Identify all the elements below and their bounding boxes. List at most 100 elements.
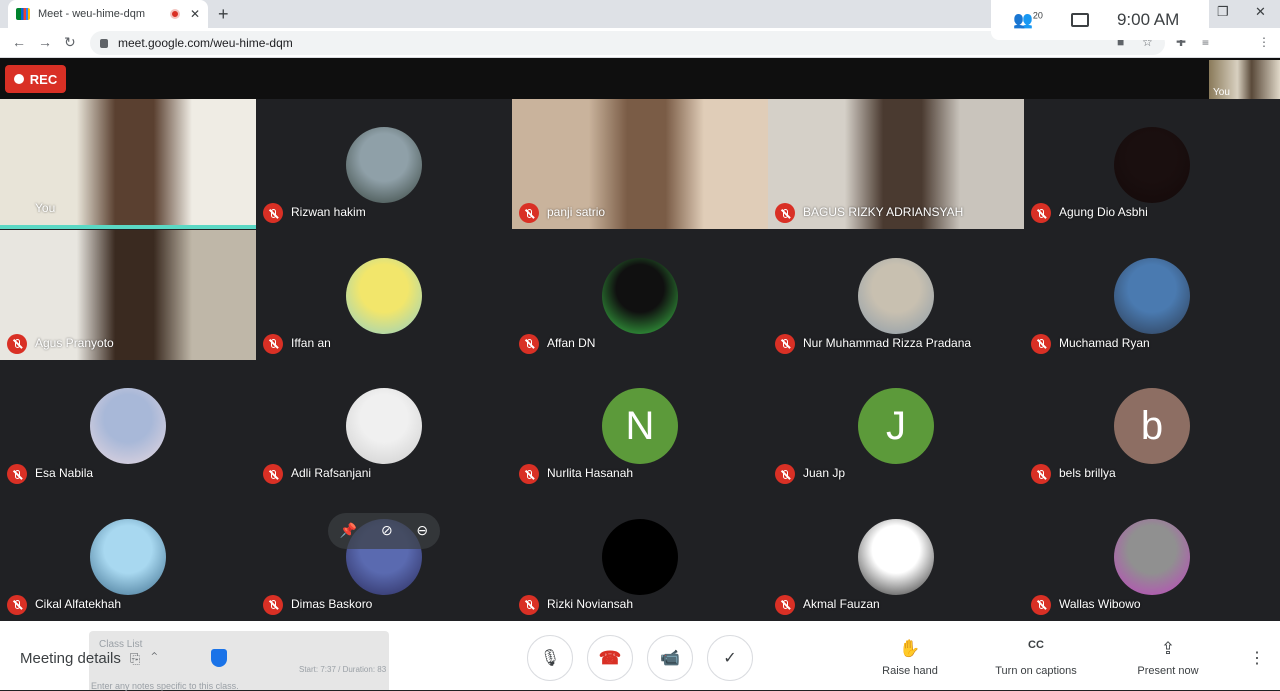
browser-tab[interactable]: Meet - weu-hime-dqm ✕ <box>8 0 208 28</box>
participant-name: bels brillya <box>1059 466 1116 480</box>
participant-tile[interactable]: Esa Nabila <box>0 360 256 490</box>
participant-name: Dimas Baskoro <box>291 596 373 611</box>
rec-dot-icon <box>13 74 24 84</box>
participant-avatar <box>858 518 934 595</box>
maximize-button[interactable]: ❐ <box>1217 4 1229 20</box>
self-view-label: You <box>1213 87 1230 98</box>
muted-mic-icon <box>1031 464 1051 484</box>
participant-tile[interactable]: Iffan an <box>256 229 512 360</box>
participant-name: Rizwan hakim <box>291 205 366 219</box>
raise-hand-button[interactable]: ✋ Raise hand <box>860 639 960 677</box>
participant-avatar <box>1114 127 1190 203</box>
muted-mic-icon <box>519 464 539 484</box>
participant-tile[interactable]: Cikal Alfatekhah <box>0 490 256 621</box>
muted-mic-icon <box>7 333 27 354</box>
participant-avatar <box>1114 257 1190 334</box>
present-now-button[interactable]: ⇪ Present now <box>1118 639 1218 677</box>
participant-avatar <box>1114 518 1190 595</box>
participant-name: Wallas Wibowo <box>1059 596 1141 611</box>
microphone-button[interactable]: 🎙 <box>527 635 573 681</box>
participant-tile[interactable]: Rizwan hakim <box>256 99 512 229</box>
mute-icon[interactable]: ⊘ <box>381 522 393 539</box>
participant-avatar <box>90 388 166 464</box>
participant-name: panji satrio <box>547 205 606 219</box>
participant-tile[interactable]: panji satrio <box>512 99 768 229</box>
participant-tile[interactable]: You <box>0 99 256 229</box>
class-duration-label: Start: 7:37 / Duration: 83 <box>299 665 387 674</box>
browser-menu-icon[interactable]: ⋮ <box>1258 35 1270 49</box>
participant-tile[interactable]: Rizki Noviansah <box>512 490 768 621</box>
participant-tile[interactable]: b bels brillya <box>1024 360 1280 490</box>
microphone-icon: 🎙 <box>539 650 561 667</box>
attachment-icon[interactable]: ⎘ ⌃ <box>130 651 157 667</box>
remove-icon[interactable]: ⊖ <box>416 522 428 539</box>
back-arrow-icon[interactable]: ← <box>12 34 26 50</box>
window-close-button[interactable]: ✕ <box>1255 4 1266 20</box>
captions-button[interactable]: CC Turn on captions <box>986 639 1086 677</box>
hang-up-icon: ☎ <box>598 647 622 668</box>
participant-tile[interactable]: Affan DN <box>512 229 768 360</box>
participant-tile[interactable]: Dimas Baskoro 📌 ⊘ ⊖ <box>256 490 512 621</box>
muted-mic-icon <box>519 333 539 354</box>
participant-avatar <box>602 257 678 334</box>
participant-avatar <box>346 127 422 203</box>
participant-tile[interactable]: BAGUS RIZKY ADRIANSYAH <box>768 99 1024 229</box>
participants-button[interactable]: 👥20 <box>1013 10 1043 30</box>
participant-avatar <box>858 257 934 334</box>
camera-button[interactable]: 📹 <box>647 635 693 681</box>
muted-mic-icon <box>775 464 795 484</box>
muted-mic-icon <box>1031 203 1051 223</box>
present-icon: ⇪ <box>1160 639 1176 658</box>
shield-icon[interactable] <box>211 649 227 667</box>
muted-mic-icon <box>1031 333 1051 354</box>
captions-icon: CC <box>1028 639 1044 651</box>
participant-avatar <box>602 518 678 595</box>
muted-mic-icon <box>263 203 283 223</box>
meeting-details-button[interactable]: Meeting details <box>20 650 121 667</box>
muted-mic-icon <box>263 333 283 354</box>
leave-call-button[interactable]: ☎ <box>587 635 633 681</box>
more-options-icon[interactable]: ⋮ <box>1249 648 1265 668</box>
check-button[interactable]: ✓ <box>707 635 753 681</box>
participant-count: 20 <box>1032 10 1043 21</box>
check-icon: ✓ <box>723 650 737 667</box>
participant-name: Rizki Noviansah <box>547 596 634 611</box>
lock-icon <box>100 38 108 48</box>
participant-tile[interactable]: Nur Muhammad Rizza Pradana <box>768 229 1024 360</box>
participant-name: BAGUS RIZKY ADRIANSYAH <box>803 205 964 219</box>
participant-name: Cikal Alfatekhah <box>35 596 122 611</box>
self-view-thumbnail[interactable]: You <box>1209 60 1280 99</box>
participant-tile[interactable]: Agung Dio Asbhi <box>1024 99 1280 229</box>
pin-icon[interactable]: 📌 <box>340 522 357 539</box>
muted-mic-icon <box>263 594 283 615</box>
meeting-info-panel: 👥20 9:00 AM <box>991 0 1209 40</box>
participant-tile[interactable]: Muchamad Ryan <box>1024 229 1280 360</box>
meet-top-bar: REC <box>0 58 1280 100</box>
participant-tile[interactable]: Akmal Fauzan <box>768 490 1024 621</box>
forward-arrow-icon[interactable]: → <box>38 34 52 50</box>
muted-mic-icon <box>775 333 795 354</box>
recording-indicator-icon <box>169 9 180 19</box>
muted-mic-icon <box>519 594 539 615</box>
participant-name: Akmal Fauzan <box>803 596 880 611</box>
participant-tile[interactable]: N Nurlita Hasanah <box>512 360 768 490</box>
class-list-label: Class List <box>99 639 143 650</box>
participant-name: Esa Nabila <box>35 466 94 480</box>
participant-tile[interactable]: Wallas Wibowo <box>1024 490 1280 621</box>
muted-mic-icon <box>7 594 27 615</box>
participant-initial-avatar: b <box>1114 388 1190 464</box>
participant-tile[interactable]: Adli Rafsanjani <box>256 360 512 490</box>
tab-close-icon[interactable]: ✕ <box>190 7 200 21</box>
new-tab-button[interactable]: + <box>218 4 229 25</box>
tile-hover-controls[interactable]: 📌 ⊘ ⊖ <box>328 512 440 549</box>
participant-name: Juan Jp <box>803 466 846 480</box>
participant-tile[interactable]: J Juan Jp <box>768 360 1024 490</box>
reload-icon[interactable]: ↻ <box>64 34 76 51</box>
meet-favicon-icon <box>16 8 30 20</box>
participant-tile[interactable]: Agus Pranyoto <box>0 229 256 360</box>
hand-icon: ✋ <box>899 639 921 658</box>
bottom-control-bar: Class List Start: 7:37 / Duration: 83 En… <box>0 621 1280 691</box>
muted-mic-icon <box>1031 594 1051 615</box>
chat-icon[interactable] <box>1070 13 1089 27</box>
participant-name: Affan DN <box>547 335 596 350</box>
